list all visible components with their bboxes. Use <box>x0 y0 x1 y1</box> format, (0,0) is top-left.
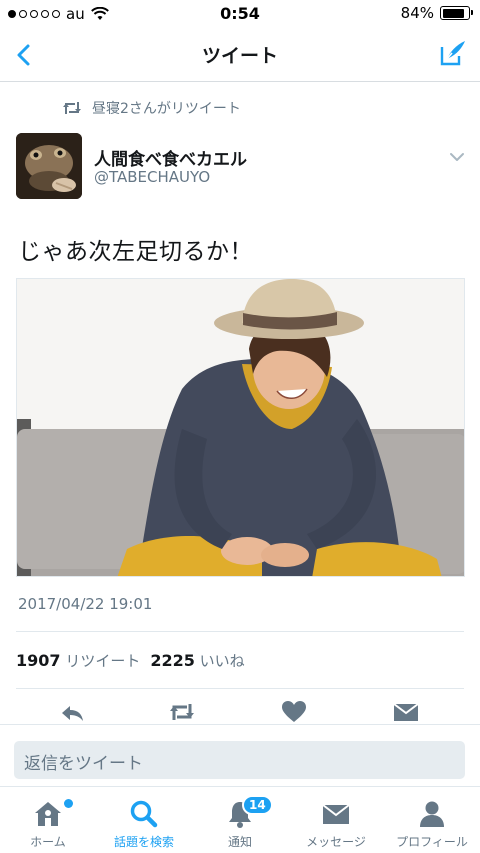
home-icon <box>35 802 61 826</box>
like-count: 2225 <box>150 651 195 670</box>
avatar[interactable] <box>16 133 82 199</box>
tweet-stats: 1907 リツイート 2225 いいね <box>16 650 245 671</box>
reply-icon[interactable] <box>58 700 86 724</box>
screen-name[interactable]: @TABECHAUYO <box>94 168 210 186</box>
navigation-bar: ツイート <box>0 28 480 82</box>
tab-messages[interactable]: メッセージ <box>288 787 384 853</box>
tab-messages-label: メッセージ <box>306 835 366 849</box>
retweet-context: 昼寝2さんがリツイート <box>62 98 241 118</box>
tab-home[interactable]: ホーム <box>0 787 96 853</box>
tab-notifications-label: 通知 <box>227 835 252 849</box>
retweet-stat[interactable]: 1907 リツイート <box>16 650 140 671</box>
frog-avatar-image <box>16 133 82 199</box>
person-icon <box>420 801 444 827</box>
tab-search[interactable]: 話題を検索 <box>96 787 192 853</box>
compose-tweet-icon[interactable] <box>438 38 468 68</box>
heart-icon[interactable] <box>280 700 308 724</box>
retweet-action-icon[interactable] <box>168 700 196 724</box>
tweet-text: じゃあ次左足切るか！ <box>18 239 253 265</box>
tweet-actions <box>0 700 480 724</box>
reply-bar: 返信をツイート <box>0 724 480 786</box>
battery-icon <box>440 6 473 20</box>
tab-search-label: 話題を検索 <box>113 835 174 849</box>
retweet-icon <box>63 102 81 114</box>
divider <box>16 631 464 632</box>
search-icon <box>130 800 158 828</box>
tab-home-label: ホーム <box>30 835 66 849</box>
display-name[interactable]: 人間食べ食べカエル <box>94 145 247 170</box>
tab-notifications[interactable]: 14 通知 <box>192 787 288 853</box>
tab-profile[interactable]: プロフィール <box>384 787 480 853</box>
chevron-down-icon[interactable] <box>446 146 468 168</box>
retweet-count: 1907 <box>16 651 61 670</box>
direct-message-icon[interactable] <box>392 700 420 724</box>
envelope-icon <box>322 804 350 824</box>
battery-percent: 84% <box>400 4 434 22</box>
tweet-photo[interactable] <box>16 278 465 577</box>
tab-profile-label: プロフィール <box>396 835 468 849</box>
status-bar: au 0:54 84% <box>0 0 480 28</box>
photo-image <box>17 279 464 576</box>
tweet-timestamp: 2017/04/22 19:01 <box>18 595 153 613</box>
divider <box>16 688 464 689</box>
like-stat[interactable]: 2225 いいね <box>150 650 244 671</box>
new-content-dot <box>64 799 73 808</box>
reply-input[interactable]: 返信をツイート <box>14 741 465 779</box>
retweet-label: リツイート <box>65 652 141 670</box>
tab-bar: ホーム 話題を検索 14 通知 メッセージ プロフィール <box>0 786 480 853</box>
notification-badge: 14 <box>242 795 273 815</box>
like-label: いいね <box>199 652 245 670</box>
page-title: ツイート <box>201 45 278 67</box>
retweet-context-text: 昼寝2さんがリツイート <box>92 101 241 117</box>
